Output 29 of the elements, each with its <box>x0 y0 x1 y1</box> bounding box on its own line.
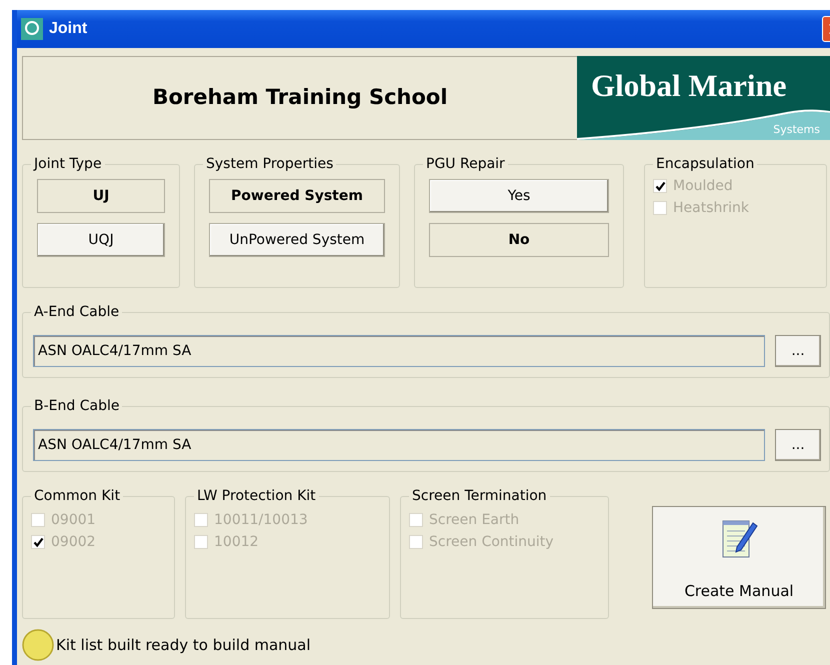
create-manual-button[interactable]: Create Manual <box>652 506 826 609</box>
checkbox-label: 09002 <box>51 533 96 552</box>
checkbox-label: 10012 <box>214 533 259 552</box>
checkbox-label: Moulded <box>673 177 733 196</box>
toggle-button[interactable]: Powered System <box>209 179 385 213</box>
checkbox-label: Screen Earth <box>429 511 520 530</box>
browse-button[interactable]: ... <box>775 429 821 461</box>
company-logo: Global Marine Systems <box>577 56 830 140</box>
toggle-button[interactable]: Yes <box>429 179 609 213</box>
toggle-button[interactable]: No <box>429 223 609 257</box>
toggle-button[interactable]: UQJ <box>37 223 165 257</box>
status-message: Kit list built ready to build manual <box>56 634 311 656</box>
window-title: Joint <box>49 19 88 39</box>
checkbox-label: Heatshrink <box>673 199 750 218</box>
group-title: Encapsulation <box>653 156 758 173</box>
group-title: System Properties <box>203 156 336 173</box>
checkbox-label: Screen Continuity <box>429 533 554 552</box>
browse-button[interactable]: ... <box>775 335 821 367</box>
school-name: Boreham Training School <box>22 56 577 140</box>
status-light-icon <box>22 629 54 661</box>
text-field[interactable]: ASN OALC4/17mm SA <box>33 335 765 367</box>
app-icon <box>21 18 43 40</box>
checkbox-label: 10011/10013 <box>214 511 308 530</box>
group-title: Joint Type <box>31 156 105 173</box>
toggle-button[interactable]: UJ <box>37 179 165 213</box>
toggle-button[interactable]: UnPowered System <box>209 223 385 257</box>
text-field[interactable]: ASN OALC4/17mm SA <box>33 429 765 461</box>
checkbox-label: 09001 <box>51 511 96 530</box>
group-title: PGU Repair <box>423 156 508 173</box>
